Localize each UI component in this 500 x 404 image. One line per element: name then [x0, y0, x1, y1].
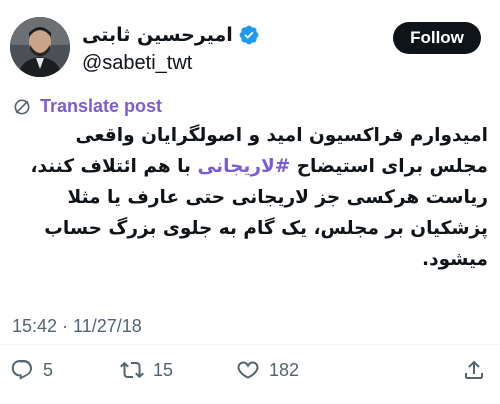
author-names: امیرحسین ثابتی @sabeti_twt: [82, 22, 260, 75]
author-handle[interactable]: @sabeti_twt: [82, 52, 260, 75]
avatar[interactable]: [10, 17, 70, 77]
globe-icon: [14, 99, 30, 114]
share-button[interactable]: [462, 352, 486, 388]
translate-post-link[interactable]: Translate post: [12, 96, 162, 117]
share-icon: [465, 360, 483, 379]
display-name[interactable]: امیرحسین ثابتی: [82, 24, 233, 46]
display-name-row: امیرحسین ثابتی: [82, 22, 260, 48]
divider: [0, 344, 500, 345]
repost-count: 15: [153, 359, 174, 380]
reply-button[interactable]: 5: [10, 352, 53, 388]
hashtag-link[interactable]: #لاریجانی: [197, 156, 290, 177]
follow-button[interactable]: Follow: [393, 22, 481, 54]
like-count: 182: [269, 359, 300, 380]
reply-icon: [11, 360, 32, 380]
heart-icon: [237, 361, 259, 379]
verified-badge-icon[interactable]: [238, 24, 260, 46]
tweet-header: امیرحسین ثابتی @sabeti_twt Follow: [0, 0, 500, 90]
translate-post-label: Translate post: [40, 96, 163, 116]
avatar-image: [10, 17, 70, 77]
action-bar: 5 15 182: [0, 352, 500, 388]
repost-button[interactable]: 15: [120, 352, 173, 388]
repost-icon: [120, 361, 144, 379]
tweet-timestamp[interactable]: 15:42 · 11/27/18: [12, 316, 142, 337]
tweet-text: امیدوارم فراکسیون امید و اصولگرایان واقع…: [12, 120, 489, 275]
reply-count: 5: [43, 359, 54, 380]
like-button[interactable]: 182: [236, 352, 299, 388]
